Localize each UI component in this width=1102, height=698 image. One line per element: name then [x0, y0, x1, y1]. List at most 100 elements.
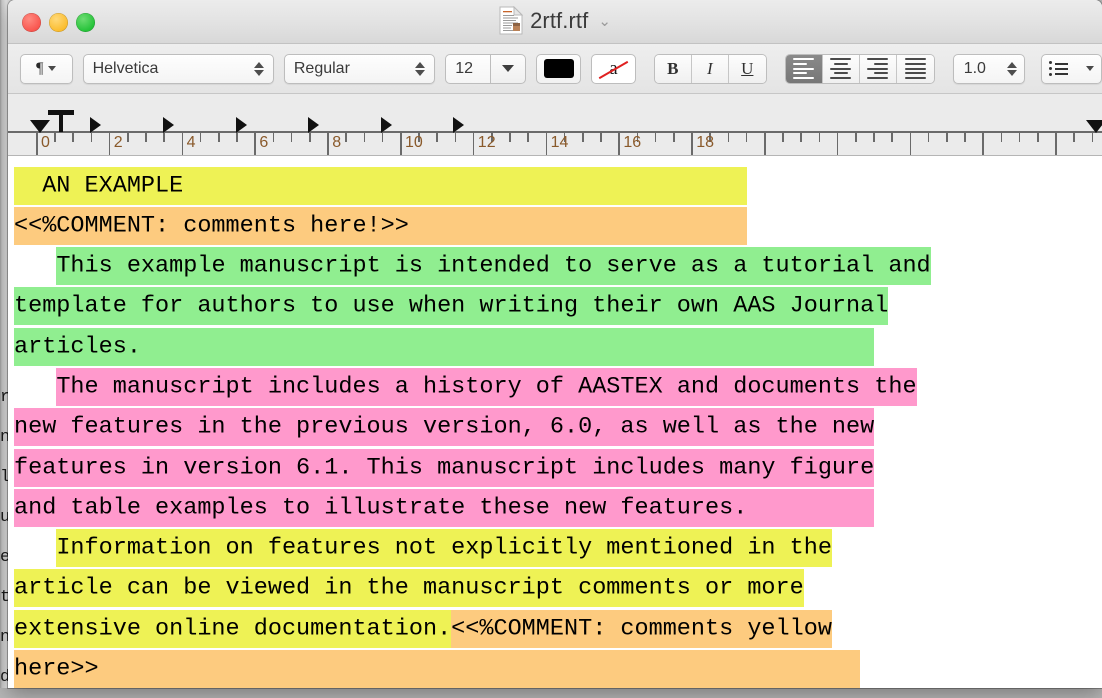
- ruler-tick: [527, 133, 529, 142]
- document-line[interactable]: new features in the previous version, 6.…: [14, 408, 1102, 448]
- align-justify-icon: [904, 58, 926, 79]
- underline-button[interactable]: U: [728, 54, 766, 83]
- document-line[interactable]: The manuscript includes a history of AAS…: [14, 367, 1102, 407]
- title-bar[interactable]: 2rtf.rtf ⌄: [8, 0, 1102, 44]
- document-line[interactable]: <<%COMMENT: comments here!>>: [14, 206, 1102, 246]
- text-run[interactable]: AN EXAMPLE: [14, 166, 748, 205]
- ruler-label: 14: [550, 134, 569, 151]
- bold-button[interactable]: B: [654, 54, 692, 83]
- ruler[interactable]: 0 2 4 6 8 10 12 14 16 18: [8, 94, 1102, 156]
- chevron-down-icon[interactable]: ⌄: [598, 12, 611, 30]
- font-size-combo[interactable]: 12: [445, 53, 527, 84]
- text-run[interactable]: [14, 253, 56, 280]
- chevron-down-icon: [1085, 66, 1094, 71]
- left-indent-marker[interactable]: [30, 120, 50, 133]
- highlight-color-button[interactable]: a: [591, 53, 636, 84]
- chevron-down-icon: [502, 65, 515, 72]
- document-line[interactable]: This example manuscript is intended to s…: [14, 247, 1102, 287]
- text-run[interactable]: [14, 373, 56, 400]
- tab-stop-marker[interactable]: [48, 110, 74, 132]
- ruler-tick: [363, 133, 366, 142]
- align-left-button[interactable]: [785, 54, 823, 83]
- ruler-tick: [964, 133, 966, 142]
- ruler-tick: [855, 133, 857, 142]
- font-size-dropdown-button[interactable]: [490, 53, 527, 84]
- alignment-group: [784, 53, 935, 84]
- text-run[interactable]: articles.: [14, 327, 875, 366]
- ruler-tick: [800, 133, 802, 142]
- document-line[interactable]: articles.: [14, 327, 1102, 367]
- ruler-label: 0: [41, 134, 50, 151]
- text-run[interactable]: template for authors to use when writing…: [14, 287, 889, 326]
- tab-marker[interactable]: [381, 117, 392, 133]
- text-run[interactable]: Information on features not explicitly m…: [56, 529, 832, 568]
- tab-marker[interactable]: [308, 117, 319, 133]
- text-run[interactable]: new features in the previous version, 6.…: [14, 408, 875, 447]
- text-run[interactable]: <<%COMMENT: comments here!>>: [14, 206, 748, 245]
- text-run[interactable]: here>>: [14, 650, 861, 688]
- align-justify-button[interactable]: [896, 54, 934, 83]
- tab-marker[interactable]: [90, 117, 101, 133]
- document-line[interactable]: extensive online documentation.<<%COMMEN…: [14, 609, 1102, 649]
- paragraph-style-dropdown[interactable]: ¶: [20, 53, 73, 84]
- tab-marker[interactable]: [453, 117, 464, 133]
- list-icon: [1049, 61, 1069, 76]
- document-line[interactable]: AN EXAMPLE: [14, 166, 1102, 206]
- align-right-button[interactable]: [859, 54, 897, 83]
- text-run[interactable]: [14, 535, 56, 562]
- text-run[interactable]: The manuscript includes a history of AAS…: [56, 367, 917, 406]
- ruler-tick: [327, 133, 329, 155]
- ruler-label: 12: [477, 134, 496, 151]
- document-line[interactable]: here>>: [14, 650, 1102, 688]
- ruler-tick: [654, 133, 657, 142]
- ruler-tick: [727, 133, 730, 142]
- ruler-tick: [673, 133, 675, 142]
- right-indent-marker[interactable]: [1086, 120, 1102, 133]
- document-line[interactable]: Information on features not explicitly m…: [14, 529, 1102, 569]
- text-run[interactable]: This example manuscript is intended to s…: [56, 247, 931, 286]
- ruler-tick: [254, 133, 256, 155]
- font-family-select[interactable]: Helvetica: [82, 53, 274, 84]
- text-run[interactable]: extensive online documentation.: [14, 609, 452, 648]
- text-run[interactable]: features in version 6.1. This manuscript…: [14, 448, 875, 487]
- align-center-button[interactable]: [822, 54, 860, 83]
- document-line[interactable]: article can be viewed in the manuscript …: [14, 569, 1102, 609]
- ruler-tick: [72, 133, 74, 142]
- text-color-button[interactable]: [536, 53, 582, 84]
- ruler-tick: [1091, 133, 1094, 142]
- document-line[interactable]: and table examples to illustrate these n…: [14, 488, 1102, 528]
- stepper-icon: [1007, 61, 1018, 76]
- italic-button[interactable]: I: [691, 54, 729, 83]
- document-canvas[interactable]: AN EXAMPLE <<%COMMENT: comments here!>> …: [8, 156, 1102, 688]
- ruler-tick: [782, 133, 784, 142]
- rtf-document-icon: [499, 5, 524, 35]
- ruler-label: 8: [332, 134, 342, 151]
- text-color-swatch: [543, 59, 574, 78]
- tab-marker[interactable]: [163, 117, 174, 133]
- text-style-group: B I U: [653, 53, 767, 84]
- document-page[interactable]: AN EXAMPLE <<%COMMENT: comments here!>> …: [14, 166, 1102, 688]
- heading-an-example[interactable]: AN EXAMPLE: [14, 166, 1102, 206]
- line-spacing-select[interactable]: 1.0: [952, 53, 1026, 84]
- document-line[interactable]: template for authors to use when writing…: [14, 287, 1102, 327]
- ruler-tick: [691, 133, 693, 155]
- ruler-tick: [836, 133, 839, 155]
- document-line[interactable]: features in version 6.1. This manuscript…: [14, 448, 1102, 488]
- text-run[interactable]: and table examples to illustrate these n…: [14, 488, 875, 527]
- paragraph-green[interactable]: This example manuscript is intended to s…: [14, 247, 1102, 368]
- ruler-tick: [436, 133, 438, 142]
- stepper-icon: [415, 61, 426, 76]
- font-size-value[interactable]: 12: [445, 53, 491, 84]
- text-run[interactable]: article can be viewed in the manuscript …: [14, 569, 804, 608]
- paragraph-pink[interactable]: The manuscript includes a history of AAS…: [14, 367, 1102, 528]
- comment-1[interactable]: <<%COMMENT: comments here!>>: [14, 206, 1102, 246]
- paragraph-yellow[interactable]: Information on features not explicitly m…: [14, 529, 1102, 688]
- ruler-tick: [108, 133, 111, 155]
- align-center-icon: [830, 58, 852, 79]
- list-style-dropdown[interactable]: [1041, 53, 1102, 84]
- ruler-tick: [1037, 133, 1039, 142]
- ruler-tick: [1055, 133, 1057, 155]
- tab-marker[interactable]: [236, 117, 247, 133]
- font-style-select[interactable]: Regular: [283, 53, 436, 84]
- text-run[interactable]: <<%COMMENT: comments yellow: [451, 609, 832, 648]
